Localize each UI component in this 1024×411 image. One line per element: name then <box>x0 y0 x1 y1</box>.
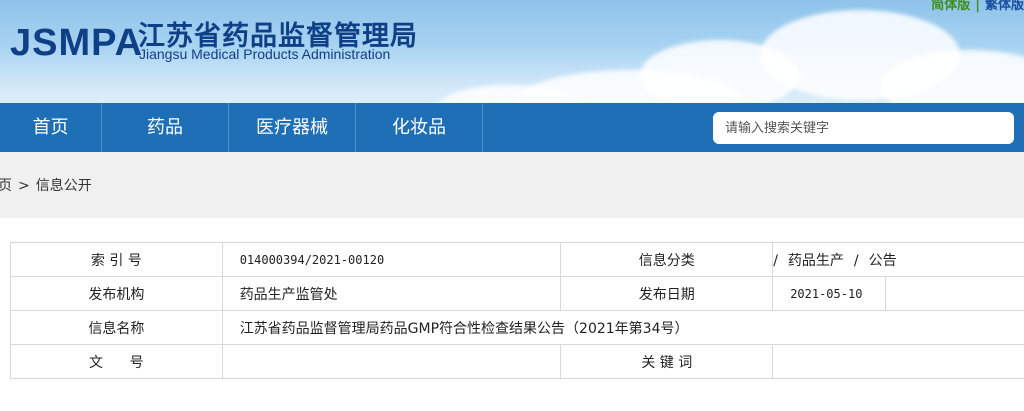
site-logo-abbr[interactable]: JSMPA <box>10 22 143 65</box>
category-separator: / <box>773 252 778 269</box>
keywords-label: 关 键 词 <box>560 344 774 379</box>
table-row: 索 引 号 014000394/2021-00120 信息分类 / 药品生产 / 公告 <box>10 242 1024 277</box>
category-label: 信息分类 <box>560 242 774 277</box>
title-value: 江苏省药品监督管理局药品GMP符合性检查结果公告（2021年第34号） <box>221 310 1024 345</box>
lang-simplified-link[interactable]: 简体版 <box>931 0 970 13</box>
table-row: 信息名称 江苏省药品监督管理局药品GMP符合性检查结果公告（2021年第34号） <box>10 310 1024 345</box>
breadcrumb-current[interactable]: 信息公开 <box>36 178 92 194</box>
nav-item-home[interactable]: 首页 <box>0 103 102 152</box>
breadcrumb-home-link[interactable]: 页 <box>0 178 12 194</box>
nav-item-drugs[interactable]: 药品 <box>102 103 229 152</box>
language-switcher: 简体版 | 繁体版 <box>931 0 1024 13</box>
lang-traditional-link[interactable]: 繁体版 <box>985 0 1024 13</box>
nav-item-medical-devices[interactable]: 医疗器械 <box>229 103 356 152</box>
breadcrumb-bar <box>0 152 1024 218</box>
empty-cell <box>885 276 1024 311</box>
breadcrumb: 页 > 信息公开 <box>0 175 92 195</box>
category-item[interactable]: 药品生产 <box>788 253 844 269</box>
table-row: 文 号 关 键 词 <box>10 344 1024 379</box>
keywords-value <box>772 344 1024 379</box>
date-value: 2021-05-10 <box>772 276 887 311</box>
lang-separator: | <box>975 0 980 13</box>
title-label: 信息名称 <box>10 310 223 345</box>
publisher-label: 发布机构 <box>10 276 223 311</box>
header-banner: JSMPA 江苏省药品监督管理局 Jiangsu Medical Product… <box>0 0 1024 103</box>
index-label: 索 引 号 <box>10 242 223 277</box>
nav-item-cosmetics[interactable]: 化妆品 <box>356 103 483 152</box>
doc-number-value <box>221 344 562 379</box>
search-input[interactable] <box>713 112 1014 144</box>
table-row: 发布机构 药品生产监管处 发布日期 2021-05-10 <box>10 276 1024 311</box>
date-label: 发布日期 <box>560 276 774 311</box>
doc-number-label: 文 号 <box>10 344 223 379</box>
info-table: 索 引 号 014000394/2021-00120 信息分类 / 药品生产 / 公告… <box>10 242 1024 379</box>
category-item[interactable]: 公告 <box>869 253 897 269</box>
publisher-value: 药品生产监管处 <box>221 276 562 311</box>
index-value: 014000394/2021-00120 <box>221 242 562 277</box>
category-separator: / <box>853 252 859 269</box>
breadcrumb-separator: > <box>18 178 30 194</box>
site-logo-subtitle: Jiangsu Medical Products Administration <box>139 46 391 62</box>
category-value: / 药品生产 / 公告 <box>772 242 1024 277</box>
